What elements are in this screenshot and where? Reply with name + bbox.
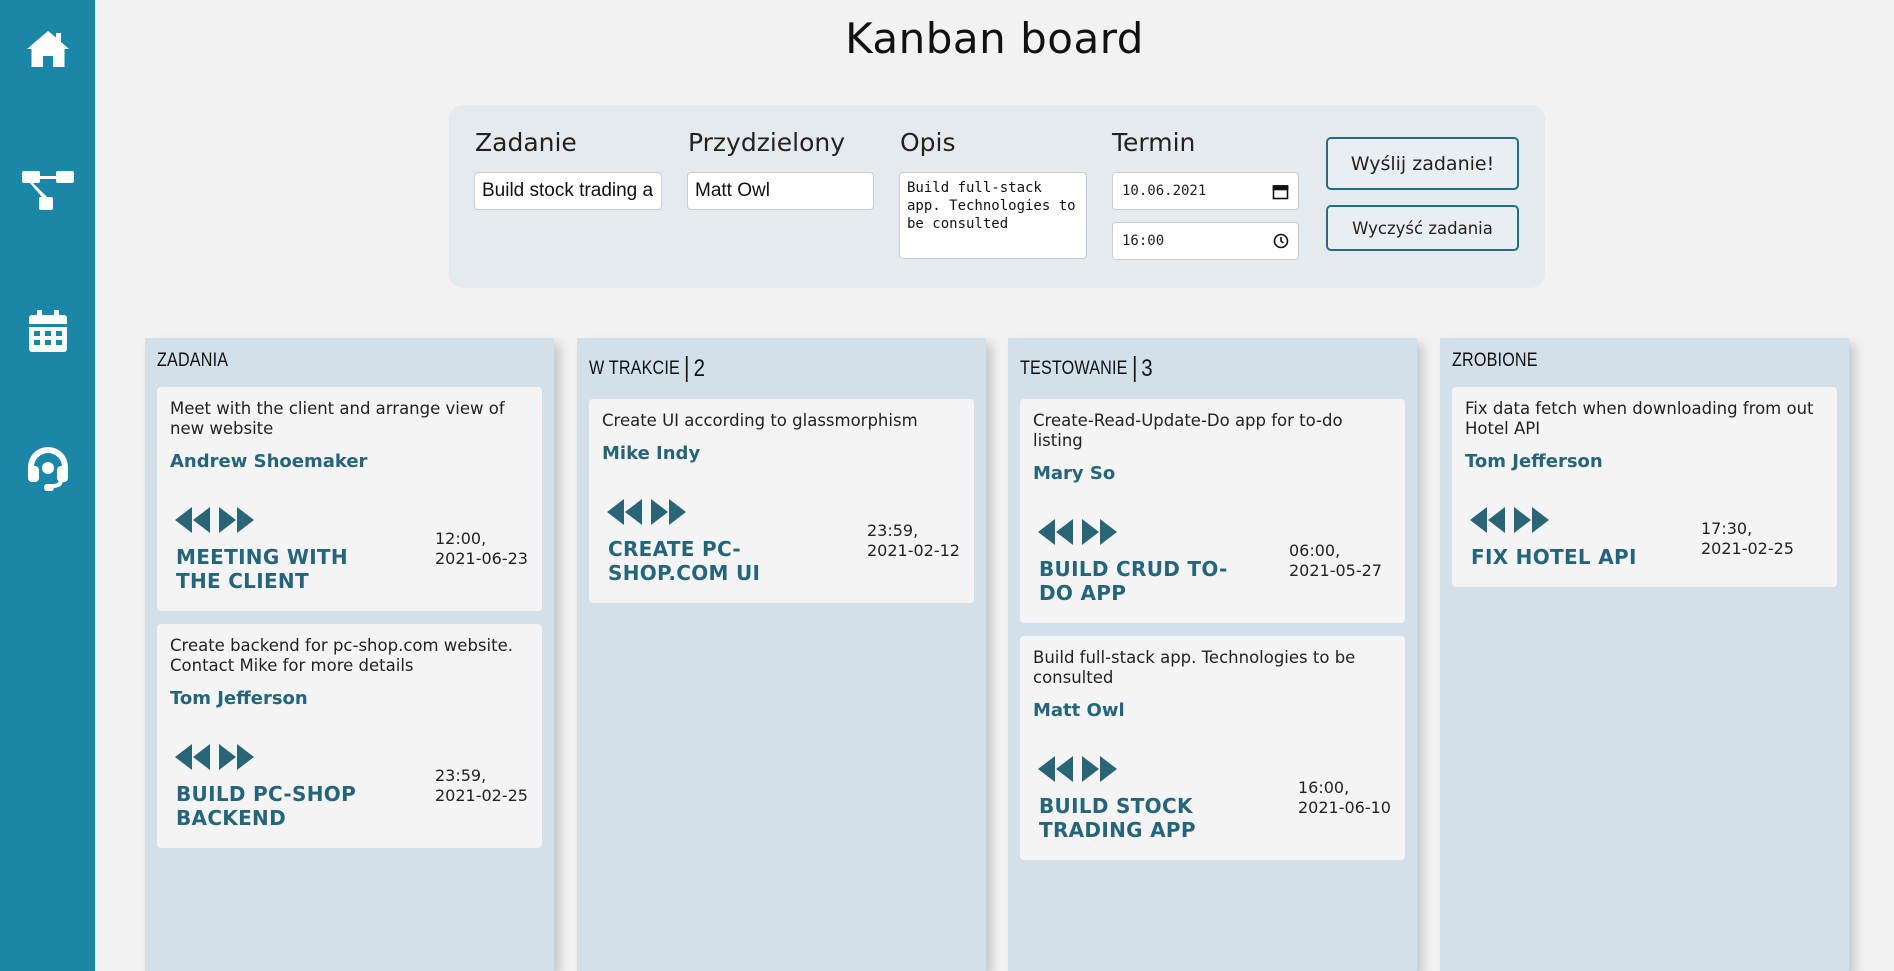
move-back-icon[interactable] <box>1470 507 1506 533</box>
column-done: ZROBIONE Fix data fetch when downloading… <box>1440 338 1849 971</box>
move-forward-icon[interactable] <box>1514 507 1550 533</box>
column-header: ZADANIA <box>157 350 228 372</box>
column-header: W TRAKCIE 2 <box>589 356 705 382</box>
time-value: 16:00 <box>1122 233 1165 249</box>
card-deadline: 06:00, 2021-05-27 <box>1289 541 1382 580</box>
column-todo: ZADANIA Meet with the client and arrange… <box>145 338 554 971</box>
card-title: BUILD STOCK TRADING APP <box>1039 794 1196 842</box>
task-card: Fix data fetch when downloading from out… <box>1452 387 1837 587</box>
card-description: Create backend for pc-shop.com website. … <box>170 636 513 675</box>
move-back-icon[interactable] <box>607 499 643 525</box>
card-move-controls <box>1470 507 1550 533</box>
column-in-progress: W TRAKCIE 2 Create UI according to glass… <box>577 338 986 971</box>
date-input[interactable]: 10.06.2021 <box>1112 172 1299 210</box>
move-forward-icon[interactable] <box>219 744 255 770</box>
card-description: Fix data fetch when downloading from out… <box>1465 399 1814 438</box>
move-forward-icon[interactable] <box>219 507 255 533</box>
sidebar-item-structure[interactable] <box>0 160 95 220</box>
description-label: Opis <box>900 128 956 157</box>
card-deadline: 17:30, 2021-02-25 <box>1701 519 1794 558</box>
card-title: MEETING WITH THE CLIENT <box>176 545 348 593</box>
time-input[interactable]: 16:00 <box>1112 222 1299 260</box>
sidebar-item-home[interactable] <box>0 19 95 79</box>
task-input[interactable] <box>474 172 662 210</box>
move-back-icon[interactable] <box>175 507 211 533</box>
card-title: BUILD PC-SHOP BACKEND <box>176 782 357 830</box>
card-assignee: Mary So <box>1033 463 1116 484</box>
card-assignee: Tom Jefferson <box>1465 451 1603 472</box>
card-deadline: 12:00, 2021-06-23 <box>435 529 528 568</box>
task-card: Build full-stack app. Technologies to be… <box>1020 636 1405 860</box>
move-forward-icon[interactable] <box>1082 756 1118 782</box>
card-move-controls <box>607 499 687 525</box>
card-deadline: 23:59, 2021-02-12 <box>867 521 960 560</box>
date-value: 10.06.2021 <box>1122 183 1207 199</box>
move-forward-icon[interactable] <box>651 499 687 525</box>
card-description: Create UI according to glassmorphism <box>602 411 918 430</box>
sitemap-icon <box>21 171 74 210</box>
column-title: TESTOWANIE <box>1020 358 1128 379</box>
description-textarea[interactable]: Build full-stack app. Technologies to be… <box>899 172 1087 259</box>
card-title: BUILD CRUD TO-DO APP <box>1039 557 1228 605</box>
column-header: TESTOWANIE 3 <box>1020 356 1153 382</box>
card-assignee: Matt Owl <box>1033 700 1125 721</box>
card-move-controls <box>1038 756 1118 782</box>
column-title: W TRAKCIE <box>589 358 680 379</box>
card-description: Build full-stack app. Technologies to be… <box>1033 648 1356 687</box>
task-label: Zadanie <box>475 128 577 157</box>
card-deadline: 16:00, 2021-06-10 <box>1298 778 1391 817</box>
column-count: 2 <box>685 356 705 382</box>
column-count: 3 <box>1133 356 1153 382</box>
card-move-controls <box>175 507 255 533</box>
column-title: ZADANIA <box>157 350 229 371</box>
card-description: Meet with the client and arrange view of… <box>170 399 505 438</box>
column-title: ZROBIONE <box>1452 350 1538 371</box>
task-form: Zadanie Przydzielony Opis Build full-sta… <box>449 105 1545 288</box>
move-back-icon[interactable] <box>175 744 211 770</box>
task-card: Create UI according to glassmorphism Mik… <box>589 399 974 603</box>
clear-tasks-button[interactable]: Wyczyść zadania <box>1326 205 1519 251</box>
card-assignee: Mike Indy <box>602 443 701 464</box>
card-title: FIX HOTEL API <box>1471 545 1637 569</box>
task-card: Create backend for pc-shop.com website. … <box>157 624 542 848</box>
sidebar-item-calendar[interactable] <box>0 301 95 361</box>
card-assignee: Tom Jefferson <box>170 688 308 709</box>
move-forward-icon[interactable] <box>1082 519 1118 545</box>
card-deadline: 23:59, 2021-02-25 <box>435 766 528 805</box>
clock-icon[interactable] <box>1273 233 1289 249</box>
task-card: Meet with the client and arrange view of… <box>157 387 542 611</box>
calendar-icon <box>28 310 67 352</box>
column-header: ZROBIONE <box>1452 350 1538 372</box>
sidebar-item-support[interactable] <box>0 439 95 499</box>
page-title: Kanban board <box>845 14 1144 63</box>
move-back-icon[interactable] <box>1038 756 1074 782</box>
card-assignee: Andrew Shoemaker <box>170 451 368 472</box>
card-description: Create-Read-Update-Do app for to-do list… <box>1033 411 1343 450</box>
assignee-input[interactable] <box>687 172 874 210</box>
column-testing: TESTOWANIE 3 Create-Read-Update-Do app f… <box>1008 338 1417 971</box>
headset-icon <box>27 447 68 491</box>
submit-task-button[interactable]: Wyślij zadanie! <box>1326 137 1519 190</box>
card-move-controls <box>1038 519 1118 545</box>
card-move-controls <box>175 744 255 770</box>
card-title: CREATE PC-SHOP.COM UI <box>608 537 761 585</box>
move-back-icon[interactable] <box>1038 519 1074 545</box>
task-card: Create-Read-Update-Do app for to-do list… <box>1020 399 1405 623</box>
home-icon <box>26 31 69 67</box>
deadline-label: Termin <box>1112 128 1196 157</box>
calendar-picker-icon[interactable] <box>1272 183 1289 200</box>
sidebar <box>0 0 95 971</box>
assignee-label: Przydzielony <box>688 128 846 157</box>
